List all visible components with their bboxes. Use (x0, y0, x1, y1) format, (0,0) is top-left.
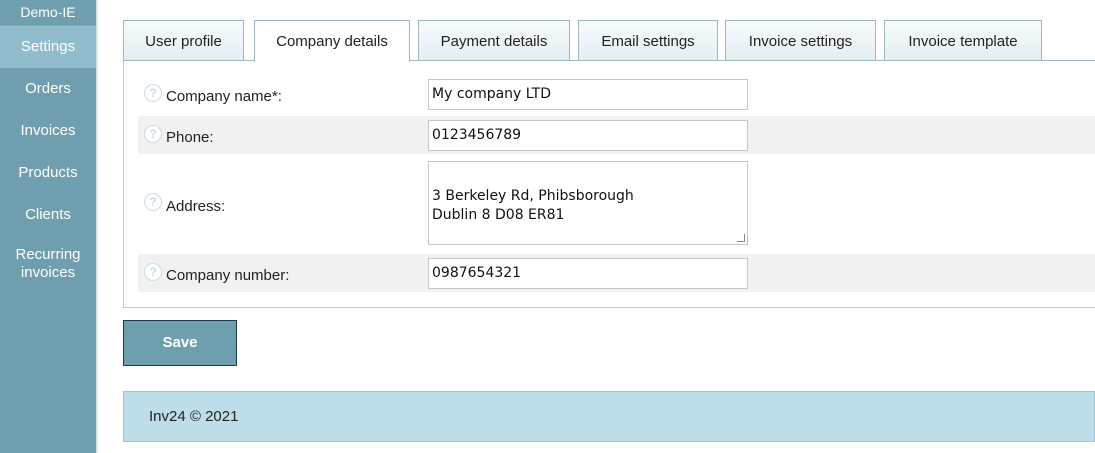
nav-settings[interactable]: Settings (0, 26, 96, 68)
tab-invoice-template[interactable]: Invoice template (884, 20, 1042, 61)
tab-payment-details[interactable]: Payment details (418, 20, 570, 61)
address-value: 3 Berkeley Rd, Phibsborough Dublin 8 D08… (432, 188, 634, 223)
address-row: ? Address: 3 Berkeley Rd, Phibsborough D… (138, 156, 1095, 248)
help-circle-icon[interactable]: ? (144, 193, 162, 211)
nav-orders[interactable]: Orders (0, 68, 96, 110)
nav-clients[interactable]: Clients (0, 194, 96, 236)
company-details-form: ? Company name*: My company LTD ? Phone:… (123, 61, 1095, 308)
help-circle-icon[interactable]: ? (144, 84, 162, 102)
nav-products[interactable]: Products (0, 152, 96, 194)
company-number-label: Company number: (166, 267, 290, 284)
sidebar: Demo-IE Settings Orders Invoices Product… (0, 0, 98, 453)
company-number-row: ? Company number: 0987654321 (138, 254, 1095, 292)
footer-copyright: Inv24 © 2021 (149, 408, 239, 425)
company-name-row: ? Company name*: My company LTD (138, 75, 1095, 113)
company-number-input[interactable]: 0987654321 (428, 258, 748, 289)
help-circle-icon[interactable]: ? (144, 125, 162, 143)
tab-invoice-settings[interactable]: Invoice settings (725, 20, 876, 61)
tab-email-settings[interactable]: Email settings (578, 20, 718, 61)
address-textarea[interactable]: 3 Berkeley Rd, Phibsborough Dublin 8 D08… (428, 161, 748, 245)
company-name-label: Company name*: (166, 88, 282, 105)
phone-label: Phone: (166, 129, 214, 146)
brand-title: Demo-IE (0, 0, 96, 26)
nav-recurring-invoices[interactable]: Recurring invoices (0, 236, 96, 294)
phone-input[interactable]: 0123456789 (428, 120, 748, 151)
resize-handle-icon[interactable] (737, 234, 745, 242)
save-button[interactable]: Save (123, 320, 237, 366)
footer: Inv24 © 2021 (123, 391, 1095, 442)
help-circle-icon[interactable]: ? (144, 263, 162, 281)
tab-user-profile[interactable]: User profile (123, 20, 244, 61)
address-label: Address: (166, 198, 226, 215)
nav-invoices[interactable]: Invoices (0, 110, 96, 152)
main-content: User profile Company details Payment det… (123, 0, 1095, 442)
tab-bar: User profile Company details Payment det… (123, 0, 1095, 62)
tab-company-details[interactable]: Company details (254, 20, 410, 62)
company-name-input[interactable]: My company LTD (428, 79, 748, 110)
phone-row: ? Phone: 0123456789 (138, 116, 1095, 154)
